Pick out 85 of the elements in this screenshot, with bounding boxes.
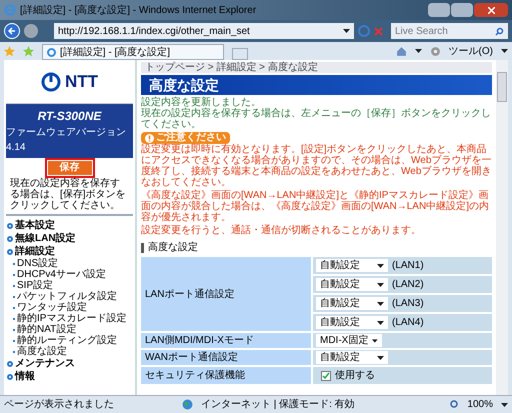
port-label: (LAN3): [392, 297, 424, 311]
dropdown[interactable]: 自動設定: [316, 259, 388, 272]
search-icon[interactable]: [495, 26, 504, 36]
setting-label: セキュリティ保護機能: [141, 367, 311, 384]
caret-icon: [372, 338, 378, 342]
menu-bullet-icon: [7, 360, 13, 366]
back-button[interactable]: [4, 23, 20, 39]
caret-icon: [377, 264, 384, 268]
warning-text: 設定変更を行うと、通話・通信が切断されることがあります。: [141, 225, 422, 236]
add-favorite-icon[interactable]: [23, 46, 34, 56]
window-title: [詳細設定] - [高度な設定] - Windows Internet Explorer: [20, 4, 258, 18]
menu-item[interactable]: 基本設定: [15, 219, 55, 232]
close-button[interactable]: [474, 3, 508, 17]
address-bar[interactable]: http://192.168.1.1/index.cgi/other_main_set: [54, 23, 354, 39]
firmware-version: ファームウェアバージョン 4.14: [6, 126, 127, 155]
checkbox[interactable]: [321, 370, 331, 380]
globe-icon: [182, 399, 193, 410]
dropdown[interactable]: MDI-X固定: [316, 334, 382, 347]
stop-icon[interactable]: [374, 26, 383, 36]
port-label: (LAN1): [392, 259, 424, 273]
submenu-item[interactable]: DNS設定: [17, 258, 58, 269]
caret-icon: [377, 282, 384, 286]
port-label: (LAN2): [392, 278, 424, 292]
caret-icon: [501, 402, 508, 406]
menu-item[interactable]: メンテナンス: [15, 357, 75, 370]
warning-text: 設定変更は即時に有効となります。[設定]ボタンをクリックしたあと、本商品にアクセスできなくなる場合がありますので、その場合は、Webブラウザを一度終了し、接続する端末と本商品の設定をあわせたあと、Webブラウザを開きなおしてください。: [141, 144, 492, 188]
browser-tab[interactable]: [詳細設定] - [高度な設定]: [42, 44, 224, 60]
close-icon: [488, 6, 494, 14]
menu-item[interactable]: 詳細設定: [15, 245, 55, 258]
dropdown[interactable]: 自動設定: [316, 316, 388, 329]
dropdown[interactable]: 自動設定: [316, 351, 388, 364]
submenu-item[interactable]: 静的NAT設定: [17, 324, 76, 335]
breadcrumb: トップページ > 詳細設定 > 高度な設定: [141, 62, 492, 73]
submenu-item[interactable]: パケットフィルタ設定: [17, 291, 117, 302]
caret-icon: [343, 29, 350, 33]
star-icon[interactable]: [4, 46, 15, 56]
caret-icon: [377, 320, 384, 324]
caret-icon: [377, 302, 384, 306]
setting-label: LAN側MDI/MDI-Xモード: [141, 333, 311, 348]
menu-bullet-icon: [7, 374, 13, 380]
zone-text: インターネット | 保護モード: 有効: [201, 398, 356, 412]
warning-text: 《高度な設定》画面の[WAN→LAN中継設定]と《静的IPマスカレード設定》画面の内容が競合した場合は、《高度な設定》画面の[WAN→LAN中継設定]の内容が優先されます。: [141, 190, 490, 223]
submenu-item[interactable]: DHCPv4サーバ設定: [17, 269, 106, 280]
model-name: RT-S300NE: [38, 108, 102, 125]
logo-text: NTT: [64, 70, 98, 93]
menu-bullet-icon: [7, 222, 13, 228]
caret-icon: [501, 49, 508, 53]
menu-item[interactable]: 無線LAN設定: [15, 232, 76, 245]
dropdown[interactable]: 自動設定: [316, 278, 388, 291]
search-field[interactable]: Live Search: [391, 23, 508, 39]
caret-icon: [414, 49, 422, 53]
minimize-button[interactable]: [428, 3, 450, 17]
submenu-item[interactable]: SIP設定: [17, 280, 54, 291]
notice-text: 現在の設定内容を保存する場合は、左メニューの［保存］ボタンをクリックしてください。: [141, 108, 492, 130]
forward-button[interactable]: [24, 24, 38, 38]
submenu-item[interactable]: 静的IPマスカレード設定: [17, 313, 126, 324]
status-text: ページが表示されました: [4, 398, 115, 412]
submenu-item[interactable]: 静的ルーティング設定: [17, 335, 117, 346]
page-title-banner: 高度な設定: [141, 75, 492, 95]
menu-item[interactable]: 情報: [15, 370, 35, 383]
dropdown[interactable]: 自動設定: [316, 297, 388, 310]
submenu-item[interactable]: 高度な設定: [17, 346, 67, 357]
submenu-item[interactable]: ワンタッチ設定: [17, 302, 87, 313]
menu-bullet-icon: [7, 236, 13, 242]
checkbox-label: 使用する: [335, 369, 375, 383]
save-note: 現在の設定内容を保存する場合は、[保存]ボタンをクリックしてください。: [9, 178, 127, 211]
notice-text: 設定内容を更新しました。: [141, 97, 262, 108]
zoom-level[interactable]: 100%: [467, 397, 493, 412]
port-label: (LAN4): [392, 316, 424, 330]
setting-label: LANポート通信設定: [141, 257, 311, 331]
menu-bullet-icon: [7, 248, 13, 254]
setting-label: WANポート通信設定: [141, 350, 311, 365]
new-tab-button[interactable]: [232, 48, 248, 60]
logo-icon: [40, 72, 61, 92]
caret-icon: [377, 356, 384, 360]
address-text: http://192.168.1.1/index.cgi/other_main_set: [58, 24, 251, 38]
caution-badge: ご注意ください: [141, 132, 230, 144]
section-heading: 高度な設定: [148, 240, 198, 255]
maximize-button[interactable]: [451, 3, 473, 17]
exclamation-icon: [145, 134, 154, 142]
tools-menu[interactable]: ツール(O): [448, 44, 493, 58]
scrollbar[interactable]: [496, 60, 508, 395]
home-icon[interactable]: [396, 46, 407, 56]
back-arrow-icon: [8, 27, 16, 35]
search-input[interactable]: Live Search: [395, 24, 495, 38]
